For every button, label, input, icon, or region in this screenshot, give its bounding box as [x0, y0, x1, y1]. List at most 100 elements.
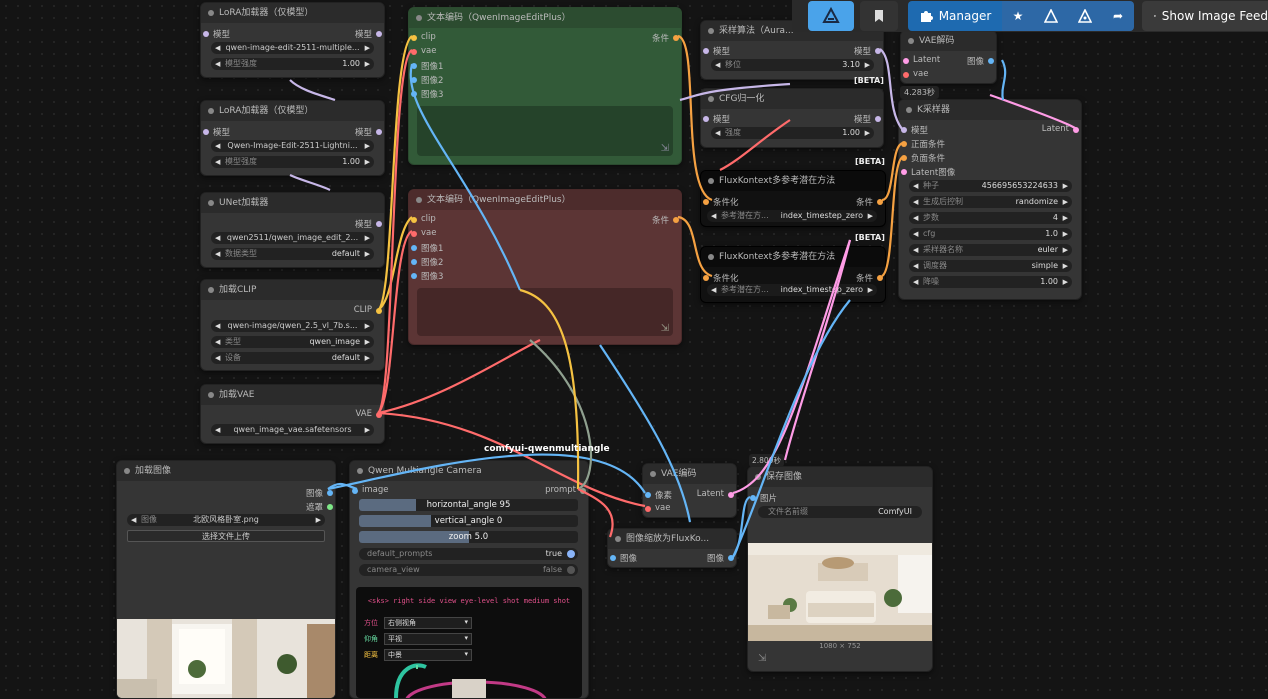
- input-images[interactable]: 图片: [748, 492, 777, 504]
- input-model[interactable]: 模型: [701, 113, 730, 125]
- text-encode-negative-node[interactable]: 文本编码（QwenImageEditPlus） clip vae 图像1 图像2…: [408, 189, 682, 345]
- unet-name-select[interactable]: ◀ qwen2511/qwen_image_edit_2... ▶: [211, 232, 374, 244]
- resize-handle-icon[interactable]: ⇲: [661, 143, 669, 154]
- ksampler-node[interactable]: K采样器 模型 正面条件 负面条件 Latent图像 Latent ◀ 种子 456…: [898, 99, 1082, 300]
- horizontal-angle-slider[interactable]: horizontal_angle 95: [359, 499, 578, 511]
- output-image-preview[interactable]: [748, 543, 932, 641]
- output-prompt[interactable]: prompt: [545, 485, 588, 495]
- input-latent[interactable]: Latent: [901, 55, 940, 65]
- flux-kontext-node-1[interactable]: FluxKontext多参考潜在方法 条件化 条件 ◀ 参考潜在方... index…: [700, 170, 886, 227]
- input-model[interactable]: 模型: [201, 126, 230, 138]
- output-model[interactable]: 模型: [854, 113, 883, 125]
- zoom-slider[interactable]: zoom 5.0: [359, 531, 578, 543]
- input-image1[interactable]: 图像1: [409, 60, 443, 72]
- manager-button[interactable]: Manager: [908, 1, 1002, 31]
- cfg-norm-node[interactable]: CFG归一化 模型 模型 ◀ 强度 1.00 ▶: [700, 88, 884, 148]
- output-vae[interactable]: VAE: [356, 409, 384, 419]
- input-image3[interactable]: 图像3: [409, 270, 443, 282]
- seed-stepper[interactable]: ◀ 种子 456695653224633 ▶: [909, 180, 1072, 192]
- vae-encode-node[interactable]: VAE编码 像素 vae Latent: [642, 463, 737, 518]
- input-image[interactable]: image: [350, 485, 388, 495]
- camera-3d-viewport[interactable]: [356, 657, 582, 698]
- input-clip[interactable]: clip: [409, 32, 436, 42]
- clip-name-select[interactable]: ◀ qwen-image/qwen_2.5_vl_7b.s... ▶: [211, 320, 374, 332]
- steps-stepper[interactable]: ◀ 步数 4 ▶: [909, 212, 1072, 224]
- resize-handle-icon[interactable]: ⇲: [661, 323, 669, 334]
- star-button[interactable]: ★: [1002, 1, 1034, 31]
- prompt-textarea[interactable]: [417, 288, 673, 336]
- scheduler-select[interactable]: ◀ 调度器 simple ▶: [909, 260, 1072, 272]
- azimuth-select[interactable]: 右侧视角 ▾: [384, 617, 472, 629]
- input-pixels[interactable]: 像素: [643, 489, 672, 501]
- input-vae[interactable]: vae: [409, 46, 436, 56]
- input-latent-image[interactable]: Latent图像: [899, 166, 955, 178]
- input-model[interactable]: 模型: [899, 124, 928, 136]
- unet-loader-node[interactable]: UNet加载器 模型 ◀ qwen2511/qwen_image_edit_2..…: [200, 192, 385, 268]
- resize-handle-icon[interactable]: ⇲: [758, 653, 766, 664]
- elevation-select[interactable]: 平视 ▾: [384, 633, 472, 645]
- input-image3[interactable]: 图像3: [409, 88, 443, 100]
- input-negative[interactable]: 负面条件: [899, 152, 945, 164]
- output-latent[interactable]: Latent: [697, 489, 736, 499]
- vertical-angle-slider[interactable]: vertical_angle 0: [359, 515, 578, 527]
- input-vae[interactable]: vae: [901, 69, 928, 79]
- output-conditioning[interactable]: 条件: [856, 196, 885, 208]
- input-image2[interactable]: 图像2: [409, 256, 443, 268]
- strength-stepper[interactable]: ◀ 模型强度 1.00 ▶: [211, 156, 374, 168]
- lora-loader-node-2[interactable]: LoRA加载器（仅模型） 模型 模型 ◀ Qwen-Image-Edit-2511…: [200, 100, 385, 176]
- input-image2[interactable]: 图像2: [409, 74, 443, 86]
- comfy-logo-button[interactable]: [808, 1, 854, 31]
- device-select[interactable]: ◀ 设备 default ▶: [211, 352, 374, 364]
- save-image-node[interactable]: 保存图像 图片 文件名前缀 ComfyUI 1080 × 752 ⇲: [747, 466, 933, 672]
- node-tool-button[interactable]: [1068, 1, 1102, 31]
- output-latent[interactable]: Latent: [1042, 124, 1081, 134]
- image-select[interactable]: ◀ 图像 北欧风格卧室.png ▶: [127, 514, 325, 526]
- camera-preview-panel[interactable]: <sks> right side view eye-level shot med…: [356, 587, 582, 698]
- vae-loader-node[interactable]: 加载VAE VAE ◀ qwen_image_vae.safetensors ▶: [200, 384, 385, 444]
- input-conditioning[interactable]: 条件化: [701, 272, 739, 284]
- share-button[interactable]: ➦: [1102, 1, 1134, 31]
- lora-name-select[interactable]: ◀ qwen-image-edit-2511-multiple... ▶: [211, 42, 374, 54]
- input-vae[interactable]: vae: [409, 228, 436, 238]
- shift-stepper[interactable]: ◀ 移位 3.10 ▶: [711, 59, 874, 71]
- output-conditioning[interactable]: 条件: [652, 214, 681, 226]
- triangle-tool-button[interactable]: [1034, 1, 1068, 31]
- control-after-generate-select[interactable]: ◀ 生成后控制 randomize ▶: [909, 196, 1072, 208]
- output-model[interactable]: 模型: [355, 126, 384, 138]
- show-image-feed-button[interactable]: Show Image Feed: [1142, 1, 1268, 31]
- input-image[interactable]: 图像: [608, 552, 637, 564]
- output-conditioning[interactable]: 条件: [652, 32, 681, 44]
- output-image[interactable]: 图像: [306, 487, 335, 499]
- lora-name-select[interactable]: ◀ Qwen-Image-Edit-2511-Lightni... ▶: [211, 140, 374, 152]
- output-image[interactable]: 图像: [967, 55, 996, 67]
- input-model[interactable]: 模型: [701, 45, 730, 57]
- clip-loader-node[interactable]: 加载CLIP CLIP ◀ qwen-image/qwen_2.5_vl_7b.s…: [200, 279, 385, 371]
- input-model[interactable]: 模型: [201, 28, 230, 40]
- output-model[interactable]: 模型: [355, 28, 384, 40]
- reference-method-select[interactable]: ◀ 参考潜在方... index_timestep_zero ▶: [707, 210, 877, 222]
- output-image[interactable]: 图像: [707, 552, 736, 564]
- strength-stepper[interactable]: ◀ 强度 1.00 ▶: [711, 127, 874, 139]
- filename-prefix-input[interactable]: 文件名前缀 ComfyUI: [758, 506, 922, 518]
- image-scale-node[interactable]: 图像缩放为FluxKo... 图像 图像: [607, 528, 737, 568]
- reference-method-select[interactable]: ◀ 参考潜在方... index_timestep_zero ▶: [707, 284, 877, 296]
- qwen-multiangle-camera-node[interactable]: Qwen Multiangle Camera image prompt hori…: [349, 460, 589, 699]
- input-positive[interactable]: 正面条件: [899, 138, 945, 150]
- bookmark-button[interactable]: [860, 1, 898, 31]
- output-model[interactable]: 模型: [355, 218, 384, 230]
- vae-decode-node-top[interactable]: VAE解码 Latent vae 图像: [900, 30, 997, 84]
- input-image1[interactable]: 图像1: [409, 242, 443, 254]
- output-clip[interactable]: CLIP: [354, 305, 384, 315]
- upload-button[interactable]: 选择文件上传: [127, 530, 325, 542]
- text-encode-positive-node[interactable]: 文本编码（QwenImageEditPlus） clip vae 图像1 图像2…: [408, 7, 682, 165]
- output-model[interactable]: 模型: [854, 45, 883, 57]
- vae-name-select[interactable]: ◀ qwen_image_vae.safetensors ▶: [211, 424, 374, 436]
- dtype-select[interactable]: ◀ 数据类型 default ▶: [211, 248, 374, 260]
- clip-type-select[interactable]: ◀ 类型 qwen_image ▶: [211, 336, 374, 348]
- lora-loader-node-1[interactable]: LoRA加载器（仅模型） 模型 模型 ◀ qwen-image-edit-2511…: [200, 2, 385, 78]
- cfg-stepper[interactable]: ◀ cfg 1.0 ▶: [909, 228, 1072, 240]
- sampler-name-select[interactable]: ◀ 采样器名称 euler ▶: [909, 244, 1072, 256]
- output-conditioning[interactable]: 条件: [856, 272, 885, 284]
- denoise-stepper[interactable]: ◀ 降噪 1.00 ▶: [909, 276, 1072, 288]
- camera-view-toggle[interactable]: camera_view false: [359, 564, 578, 576]
